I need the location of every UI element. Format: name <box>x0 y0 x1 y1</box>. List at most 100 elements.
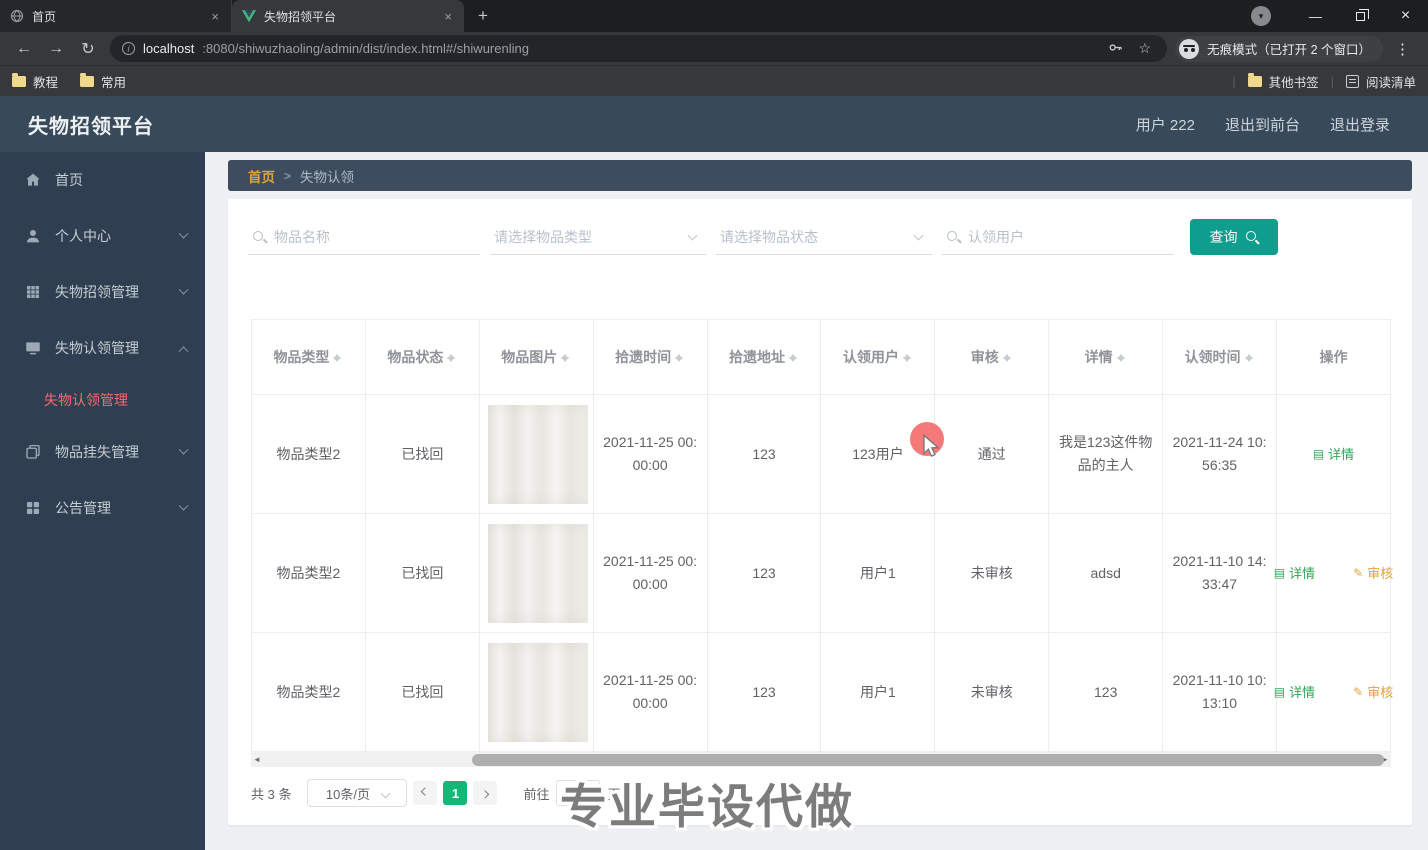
detail-link[interactable]: ▤ 详情 <box>1274 681 1315 704</box>
bookmark-folder-tutorial[interactable]: 教程 <box>12 72 58 91</box>
detail-link[interactable]: ▤ 详情 <box>1313 443 1354 466</box>
divider: | <box>1232 73 1236 89</box>
cell: 用户1 <box>820 632 936 752</box>
browser-menu-icon[interactable]: ⋮ <box>1387 40 1418 58</box>
window-controls: ▾ — × <box>1251 0 1428 32</box>
claim-user-field[interactable] <box>942 219 1174 255</box>
other-bookmarks[interactable]: 其他书签 <box>1247 72 1319 91</box>
sidebar-item-grid[interactable]: 失物招领管理 <box>0 264 205 320</box>
back-icon[interactable]: ← <box>10 35 38 63</box>
sort-icon[interactable] <box>902 348 913 368</box>
search-button[interactable]: 查询 <box>1190 219 1278 255</box>
tab-close-icon[interactable]: × <box>209 9 221 24</box>
item-name-input[interactable] <box>274 228 476 245</box>
minimize-button[interactable]: — <box>1293 0 1338 32</box>
item-photo[interactable] <box>487 404 588 504</box>
audit-link[interactable]: ✎ 审核 <box>1353 562 1393 585</box>
prev-page-button[interactable] <box>413 781 438 805</box>
breadcrumb: 首页 > 失物认领 <box>228 160 1412 191</box>
breadcrumb-separator: > <box>284 168 292 183</box>
sidebar-item-blocks[interactable]: 公告管理 <box>0 480 205 536</box>
audit-icon: ✎ <box>1353 565 1364 580</box>
column-header[interactable]: 拾遗时间 <box>592 319 708 395</box>
scrollbar-thumb[interactable] <box>472 753 1384 766</box>
cell: 用户1 <box>820 513 936 633</box>
sidebar-item-home[interactable]: 首页 <box>0 152 205 208</box>
horizontal-scrollbar[interactable]: ◄ ► <box>251 752 1391 767</box>
restore-button[interactable] <box>1338 0 1383 32</box>
sort-icon[interactable] <box>446 348 457 368</box>
page-number-active[interactable]: 1 <box>443 781 468 805</box>
column-header-label: 审核 <box>970 348 999 365</box>
bookmark-star-icon[interactable]: ☆ <box>1135 40 1156 57</box>
breadcrumb-current: 失物认领 <box>300 169 355 185</box>
close-window-button[interactable]: × <box>1383 0 1428 32</box>
new-tab-button[interactable]: + <box>464 0 502 32</box>
cell: 2021-11-25 00:00:00 <box>592 513 708 633</box>
current-user-link[interactable]: 用户 222 <box>1136 114 1195 135</box>
password-key-icon[interactable] <box>1104 40 1127 58</box>
page-size-select[interactable]: 10条/页 <box>307 779 408 807</box>
sidebar-item-copy[interactable]: 物品挂失管理 <box>0 424 205 480</box>
item-photo[interactable] <box>487 642 588 742</box>
sort-icon[interactable] <box>1116 348 1127 368</box>
sort-icon[interactable] <box>788 348 799 368</box>
item-name-field[interactable] <box>248 219 480 255</box>
bookmark-folder-common[interactable]: 常用 <box>80 72 126 91</box>
cell: 123 <box>706 394 822 514</box>
column-header[interactable]: 拾遗地址 <box>706 319 822 395</box>
sort-icon[interactable] <box>1244 348 1255 368</box>
table-row: 物品类型2 已找回 2021-11-25 00:00:00 123 123用户 通过 我是1… <box>251 394 1391 514</box>
audit-link[interactable]: ✎ 审核 <box>1353 681 1393 704</box>
sort-icon[interactable] <box>1002 348 1013 368</box>
sidebar-item-user[interactable]: 个人中心 <box>0 208 205 264</box>
bookmark-label: 教程 <box>33 75 59 90</box>
table-header-row: 物品类型 物品状态 物品图片 拾遗时间 拾遗地址 认领用户 审核 详情 认领时间 操作 <box>251 319 1391 395</box>
scroll-left-icon[interactable]: ◄ <box>251 755 263 764</box>
browser-tab-active[interactable]: 失物招领平台 × <box>232 0 464 32</box>
browser-toolbar: ← → ↻ i localhost :8080/shiwuzhaoling/ad… <box>0 32 1428 65</box>
exit-to-front-link[interactable]: 退出到前台 <box>1225 114 1300 135</box>
cell: 未审核 <box>934 632 1050 752</box>
column-header[interactable]: 物品类型 <box>251 319 366 395</box>
reload-icon[interactable]: ↻ <box>74 35 102 63</box>
claim-user-input[interactable] <box>968 228 1170 245</box>
detail-label: 详情 <box>1289 684 1316 700</box>
logout-link[interactable]: 退出登录 <box>1330 114 1390 135</box>
column-header[interactable]: 物品图片 <box>478 319 594 395</box>
sort-icon[interactable] <box>332 348 343 368</box>
actions-cell: ▤ 详情 ✎ 审核 <box>1274 632 1393 752</box>
column-header-label: 物品状态 <box>387 348 444 365</box>
sort-icon[interactable] <box>674 348 685 368</box>
url-host: localhost <box>143 41 195 56</box>
tab-close-icon[interactable]: × <box>442 9 454 24</box>
item-status-select[interactable]: 请选择物品状态 <box>716 219 932 255</box>
item-photo[interactable] <box>487 523 588 623</box>
breadcrumb-home-link[interactable]: 首页 <box>248 166 275 186</box>
sort-icon[interactable] <box>560 348 571 368</box>
site-info-icon[interactable]: i <box>122 42 135 55</box>
forward-icon[interactable]: → <box>42 35 70 63</box>
browser-tab-home[interactable]: 首页 × <box>0 0 232 32</box>
sidebar-subitem-claim-management[interactable]: 失物认领管理 <box>0 376 205 424</box>
address-bar[interactable]: i localhost :8080/shiwuzhaoling/admin/di… <box>110 35 1168 62</box>
chevron-down-icon <box>913 230 924 240</box>
column-header[interactable]: 物品状态 <box>364 319 480 395</box>
profile-dropdown-icon[interactable]: ▾ <box>1251 6 1271 26</box>
sidebar-item-label: 物品挂失管理 <box>55 444 139 460</box>
chevron-left-icon <box>421 787 430 796</box>
restore-icon <box>1356 8 1369 21</box>
reading-list[interactable]: 阅读清单 <box>1345 72 1416 91</box>
main-content: 首页 > 失物认领 请选择物品类型 请选择物品状态 查询 <box>205 152 1428 850</box>
column-header[interactable]: 认领用户 <box>820 319 936 395</box>
column-header[interactable]: 审核 <box>934 319 1050 395</box>
column-header[interactable]: 详情 <box>1048 319 1164 395</box>
next-page-button[interactable] <box>473 781 498 805</box>
item-type-select[interactable]: 请选择物品类型 <box>490 219 706 255</box>
column-header[interactable]: 认领时间 <box>1162 319 1278 395</box>
detail-link[interactable]: ▤ 详情 <box>1274 562 1315 585</box>
sidebar-item-monitor[interactable]: 失物认领管理 <box>0 320 205 376</box>
detail-label: 详情 <box>1328 446 1355 462</box>
cell: 123 <box>706 632 822 752</box>
chevron-down-icon <box>178 444 189 455</box>
